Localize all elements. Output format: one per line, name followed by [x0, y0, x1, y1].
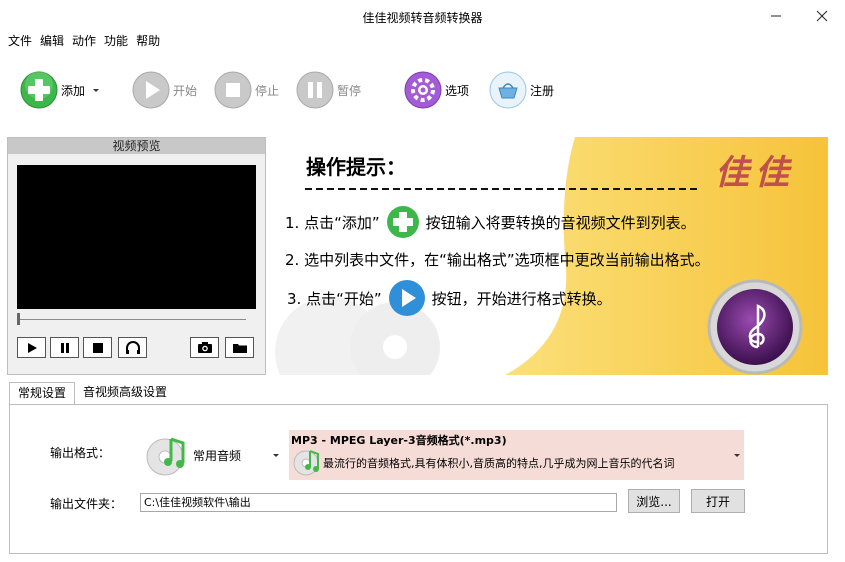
register-button[interactable]: 注册: [488, 68, 554, 112]
add-button[interactable]: 添加: [19, 68, 101, 112]
chevron-down-icon[interactable]: [91, 85, 101, 95]
register-label: 注册: [530, 83, 555, 98]
video-preview-panel: 视频预览: [7, 137, 266, 375]
banner-brand: 佳佳: [715, 153, 795, 193]
tab-general[interactable]: 常规设置: [9, 382, 76, 405]
options-label: 选项: [445, 83, 470, 98]
output-format-select[interactable]: MP3 - MPEG Layer-3音频格式(*.mp3) 最流行的音频格式,具…: [289, 430, 744, 480]
pause-icon: [295, 70, 335, 110]
open-button[interactable]: 打开: [691, 489, 745, 513]
play-icon: [131, 70, 171, 110]
snapshot-button[interactable]: [190, 337, 219, 358]
minimize-icon: [771, 15, 781, 17]
output-format-label: 输出格式：: [50, 446, 111, 460]
stop-button[interactable]: 停止: [213, 68, 279, 112]
camera-icon: [197, 342, 212, 353]
menu-edit[interactable]: 编辑: [36, 32, 68, 52]
format-title: MP3 - MPEG Layer-3音频格式(*.mp3): [291, 434, 507, 447]
video-screen: [17, 165, 256, 309]
minimize-button[interactable]: [753, 0, 799, 32]
tip-step-2: 2. 选中列表中文件，在“输出格式”选项框中更改当前输出格式。: [285, 251, 710, 269]
seek-thumb[interactable]: [17, 313, 20, 325]
pause-label: 暂停: [337, 83, 362, 98]
operation-tips-banner: 操作提示： 佳佳 1. 点击“添加” 按钮输入将要转换的音视频文件到列表。 2.…: [275, 137, 828, 375]
tip-step-3: 3. 点击“开始” 按钮，开始进行格式转换。: [287, 279, 612, 317]
tip-step-3-suffix: 按钮，开始进行格式转换。: [431, 289, 612, 308]
volume-button[interactable]: [118, 337, 147, 358]
audio-disc-icon: [293, 450, 319, 476]
folder-icon: [232, 344, 247, 353]
seek-bar[interactable]: [17, 319, 246, 320]
add-label: 添加: [61, 83, 86, 98]
window-title: 佳佳视频转音频转换器: [362, 11, 483, 25]
toolbar: 添加 开始 停止 暂停 选项 注册: [0, 62, 845, 122]
tip-step-3-prefix: 3. 点击“开始”: [287, 289, 382, 308]
gear-icon: [403, 70, 443, 110]
format-description: 最流行的音频格式,具有体积小,音质高的特点,几乎成为网上音乐的代名词: [323, 457, 675, 470]
pause-playback-button[interactable]: [50, 337, 79, 358]
headphones-icon: [125, 340, 140, 354]
close-icon: [816, 10, 828, 22]
menu-help[interactable]: 帮助: [132, 32, 164, 52]
start-label: 开始: [173, 83, 198, 98]
start-button[interactable]: 开始: [131, 68, 197, 112]
options-button[interactable]: 选项: [403, 68, 469, 112]
basket-icon: [488, 70, 528, 110]
format-category-value: 常用音频: [193, 448, 242, 463]
play-icon: [27, 342, 37, 353]
chevron-down-icon: [273, 454, 279, 457]
menu-action[interactable]: 动作: [68, 32, 100, 52]
stop-icon: [92, 342, 103, 353]
settings-tabs: 常规设置 音视频高级设置: [9, 382, 175, 405]
add-icon: [386, 206, 419, 238]
settings-panel: 输出格式： 常用音频 MP3 - MPEG Layer-3音频格式(*.mp3)…: [9, 404, 828, 554]
stop-playback-button[interactable]: [83, 337, 112, 358]
pause-icon: [60, 342, 69, 353]
tip-step-1: 1. 点击“添加” 按钮输入将要转换的音视频文件到列表。: [285, 205, 696, 239]
tab-advanced[interactable]: 音视频高级设置: [75, 382, 175, 404]
add-icon: [19, 70, 59, 110]
browse-button[interactable]: 浏览...: [628, 489, 680, 513]
menu-function[interactable]: 功能: [100, 32, 132, 52]
music-note-icon: [748, 304, 766, 349]
menu-file[interactable]: 文件: [4, 32, 36, 52]
audio-disc-icon: [146, 437, 185, 476]
stop-icon: [213, 70, 253, 110]
preview-title: 视频预览: [8, 138, 265, 154]
pause-button[interactable]: 暂停: [295, 68, 361, 112]
menu-bar: 文件 编辑 动作 功能 帮助: [0, 32, 845, 52]
open-folder-button[interactable]: [225, 337, 254, 358]
chevron-down-icon: [734, 454, 740, 457]
tip-step-1-prefix: 1. 点击“添加”: [285, 213, 380, 232]
tip-step-1-suffix: 按钮输入将要转换的音视频文件到列表。: [425, 213, 696, 232]
output-folder-input[interactable]: C:\佳佳视频软件\输出: [140, 493, 617, 512]
title-bar: 佳佳视频转音频转换器: [0, 0, 845, 32]
close-button[interactable]: [799, 0, 845, 32]
output-folder-label: 输出文件夹：: [50, 497, 123, 511]
stop-label: 停止: [255, 83, 280, 98]
format-category-select[interactable]: 常用音频: [143, 430, 283, 480]
play-icon: [388, 280, 425, 316]
play-button[interactable]: [17, 337, 46, 358]
banner-heading: 操作提示：: [306, 155, 406, 179]
